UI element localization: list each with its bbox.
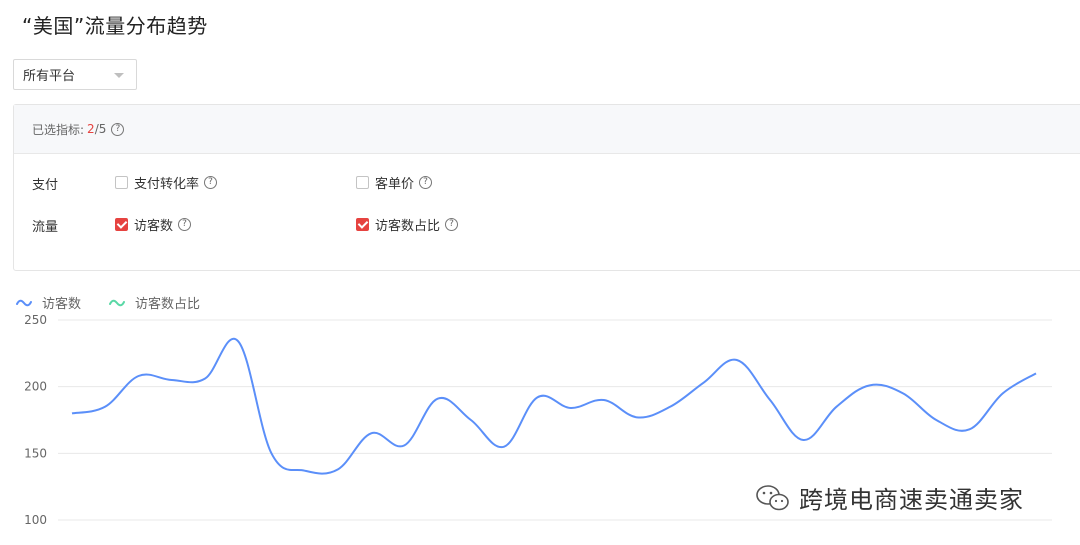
selected-metrics-count: 2 [87, 122, 95, 136]
chevron-down-icon [114, 73, 124, 78]
help-icon[interactable]: ? [178, 218, 192, 231]
metric-checkbox-avg-order-value[interactable]: 客单价 ? [356, 173, 433, 192]
checkbox-checked[interactable] [356, 218, 369, 231]
watermark-text: 跨境电商速卖通卖家 [799, 486, 1024, 514]
checkbox[interactable] [115, 176, 128, 189]
checkbox[interactable] [356, 176, 369, 189]
metric-label: 客单价 [375, 177, 415, 192]
watermark: 跨境电商速卖通卖家 [755, 480, 1024, 515]
checkbox-checked[interactable] [115, 218, 128, 231]
metrics-panel-header: 已选指标: 2 /5 ? [14, 105, 1080, 154]
y-tick-label: 250 [24, 313, 47, 327]
platform-select[interactable]: 所有平台 [13, 59, 137, 90]
y-tick-label: 200 [24, 380, 47, 394]
metrics-panel: 已选指标: 2 /5 ? 支付 支付转化率 ? 客单价 ? 流量 访客数 ? 访… [13, 104, 1080, 271]
metric-label: 支付转化率 [134, 177, 200, 192]
metric-group-label: 支付 [32, 178, 59, 193]
metric-checkbox-visitor-share[interactable]: 访客数占比 ? [356, 215, 459, 234]
help-icon[interactable]: ? [419, 176, 433, 189]
help-icon[interactable]: ? [445, 218, 459, 231]
selected-metrics-total: /5 [94, 122, 107, 136]
y-tick-label: 100 [24, 513, 47, 527]
help-icon[interactable]: ? [204, 176, 218, 189]
wechat-icon [756, 484, 789, 510]
y-tick-label: 150 [24, 446, 47, 460]
selected-metrics-label: 已选指标: [32, 122, 85, 137]
platform-select-value: 所有平台 [23, 69, 76, 84]
metric-checkbox-conversion-rate[interactable]: 支付转化率 ? [115, 173, 218, 192]
metric-group-payment: 支付 支付转化率 ? 客单价 ? [14, 173, 1080, 193]
page-title: “美国”流量分布趋势 [22, 14, 208, 38]
metric-group-traffic: 流量 访客数 ? 访客数占比 ? [14, 215, 1080, 235]
metric-checkbox-visitors[interactable]: 访客数 ? [115, 215, 192, 234]
metric-label: 访客数占比 [375, 219, 441, 234]
help-icon[interactable]: ? [111, 122, 125, 136]
metric-label: 访客数 [134, 219, 174, 234]
metric-group-label: 流量 [32, 220, 59, 235]
